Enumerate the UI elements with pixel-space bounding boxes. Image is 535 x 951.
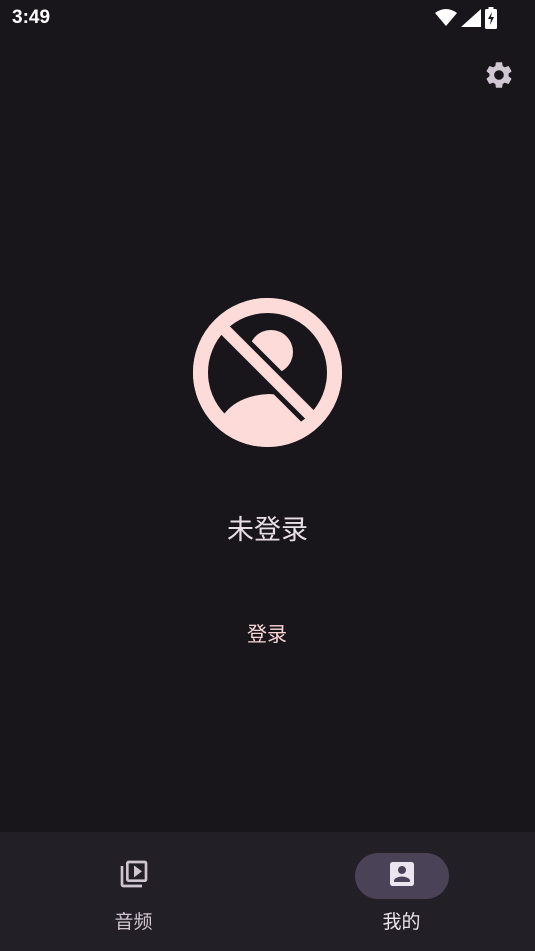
screen: 3:49 未登录 登录 音频 我的 — [0, 0, 535, 951]
nav-label-audio: 音频 — [114, 911, 153, 933]
settings-button[interactable] — [480, 58, 518, 96]
wifi-icon — [435, 9, 457, 27]
login-status-text: 未登录 — [227, 515, 308, 546]
gear-icon — [483, 59, 515, 95]
status-bar: 3:49 — [0, 0, 535, 38]
cellular-signal-icon — [461, 9, 481, 27]
video-library-icon — [118, 858, 150, 894]
bottom-navigation: 音频 我的 — [0, 832, 535, 951]
status-icons — [435, 7, 497, 29]
account-off-icon — [193, 298, 342, 451]
nav-item-audio[interactable]: 音频 — [0, 832, 267, 951]
nav-label-mine: 我的 — [382, 911, 421, 933]
login-button[interactable]: 登录 — [217, 610, 317, 654]
status-time: 3:49 — [12, 7, 51, 28]
nav-item-mine[interactable]: 我的 — [268, 832, 535, 951]
nav-icon-container-active — [354, 853, 449, 899]
avatar — [193, 298, 342, 447]
nav-icon-container — [87, 853, 181, 899]
battery-charging-icon — [485, 7, 497, 29]
account-box-icon — [386, 858, 418, 894]
